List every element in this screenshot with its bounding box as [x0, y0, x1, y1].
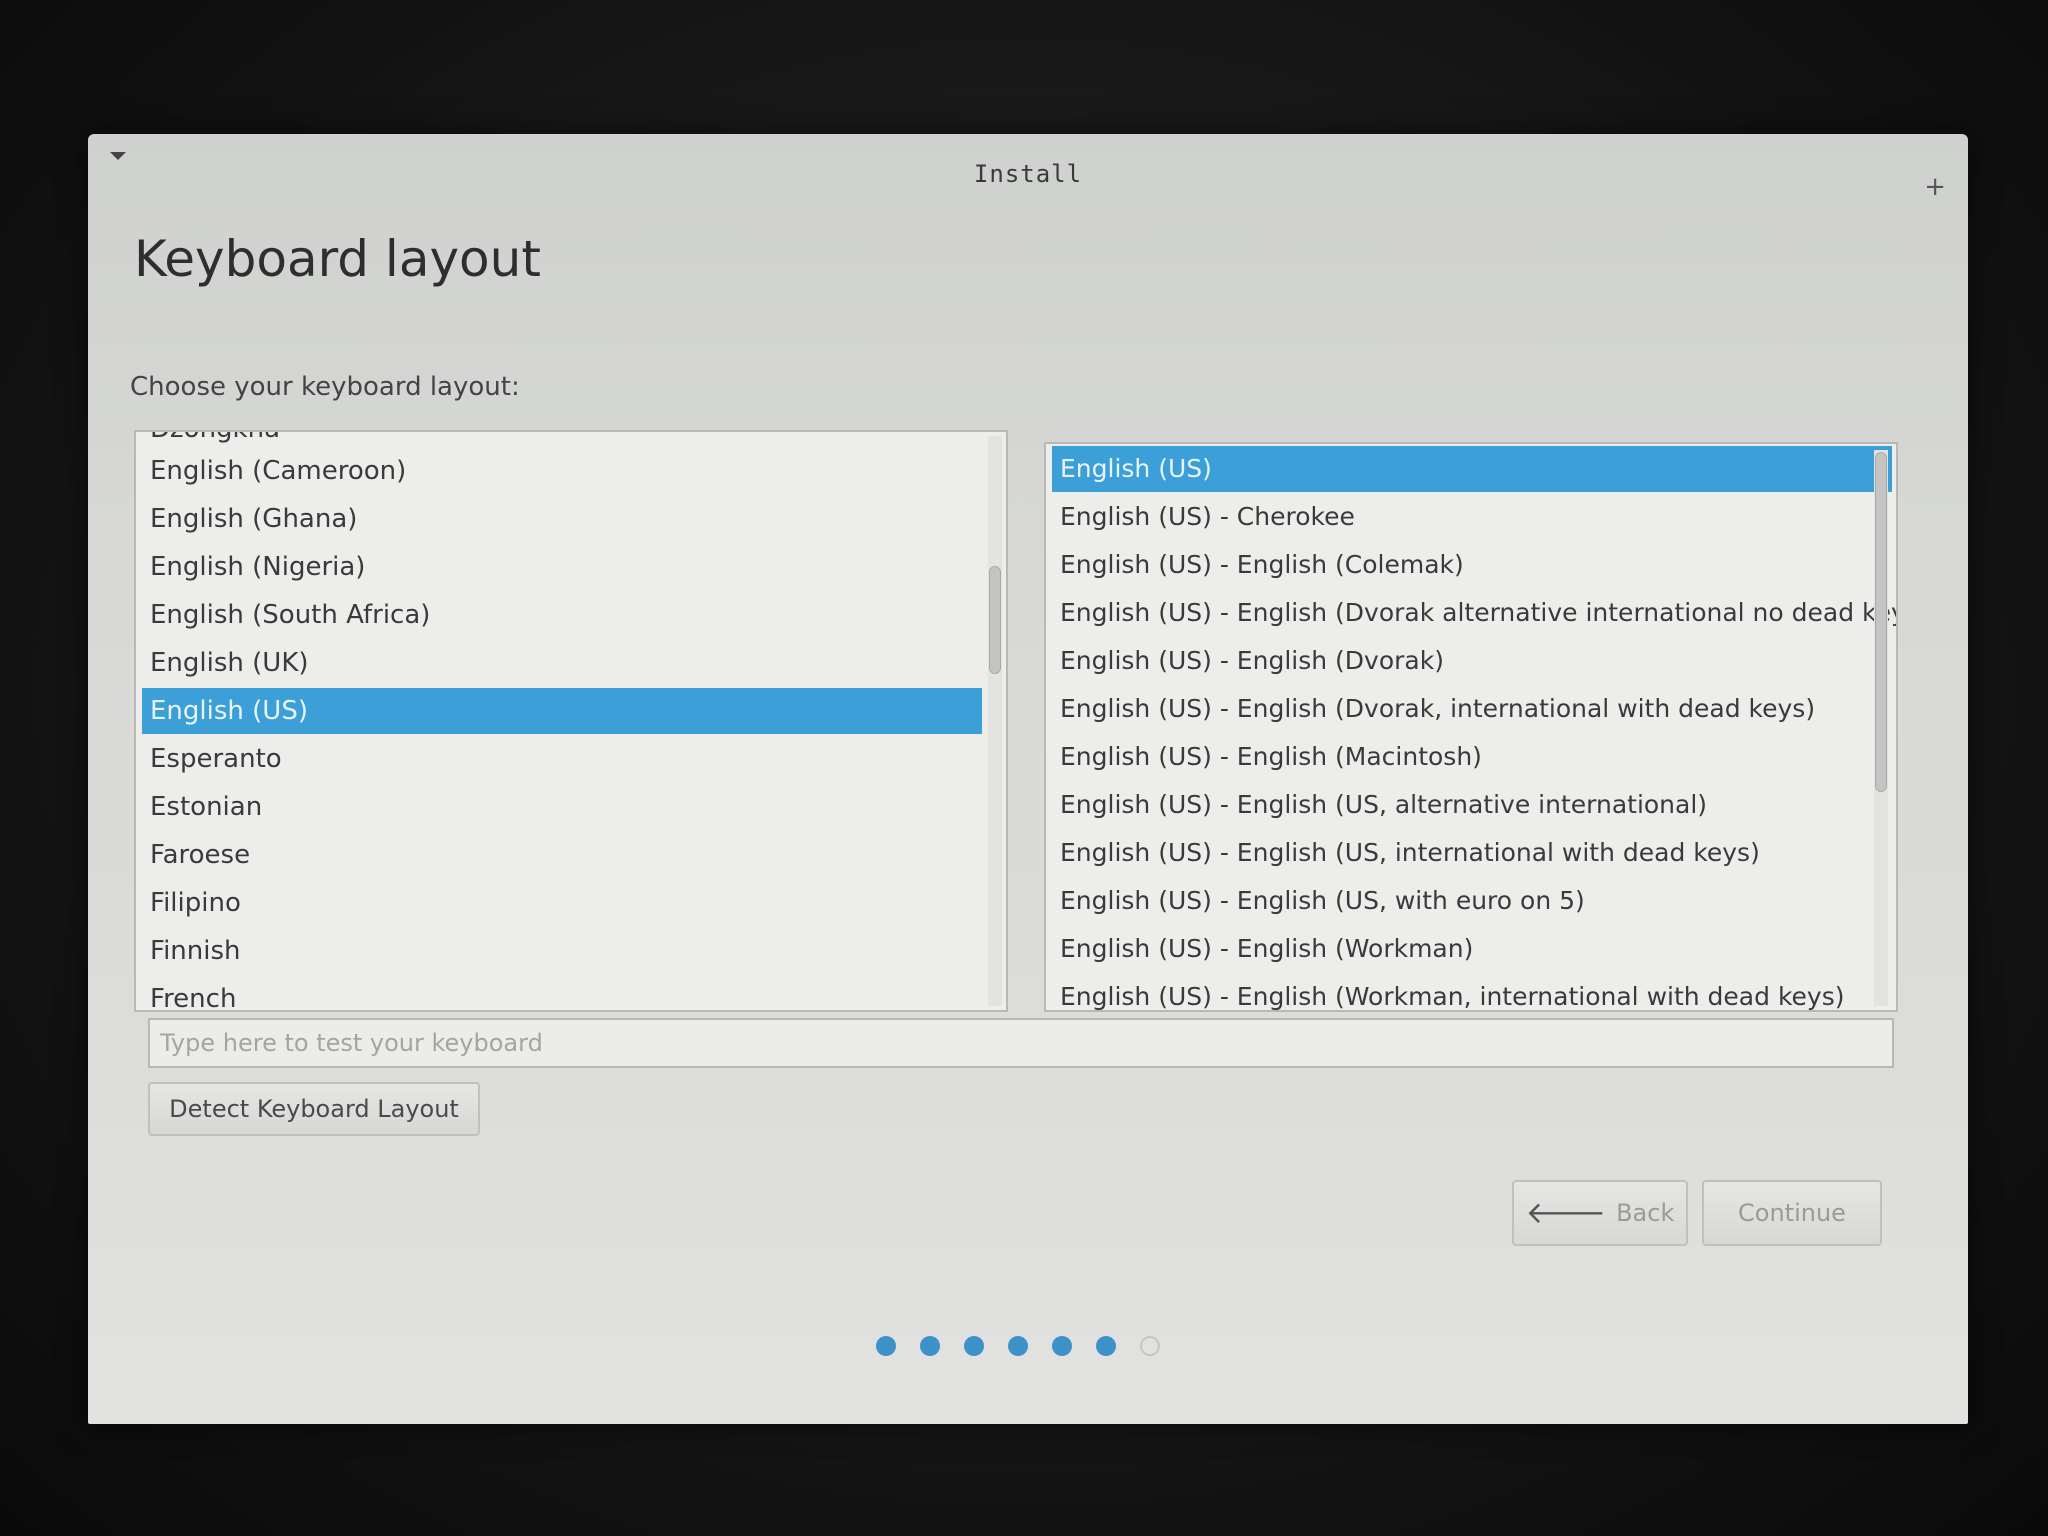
progress-dot-filled [920, 1336, 940, 1356]
layout-list-item[interactable]: English (UK) [142, 640, 982, 686]
window-menu-arrow-icon[interactable] [110, 152, 126, 160]
back-button[interactable]: 🡐 Back [1512, 1180, 1688, 1246]
layout-list-scrollbar[interactable] [988, 436, 1002, 1006]
variant-list-item[interactable]: English (US) - Cherokee [1052, 494, 1892, 540]
detect-keyboard-layout-button[interactable]: Detect Keyboard Layout [148, 1082, 480, 1136]
variant-list-item[interactable]: English (US) - English (Dvorak alternati… [1052, 590, 1896, 636]
close-icon[interactable]: + [1924, 174, 1946, 200]
layout-prompt-label: Choose your keyboard layout: [130, 372, 520, 402]
layout-list-scroll-thumb[interactable] [989, 566, 1001, 674]
variant-list-item[interactable]: English (US) - English (US, with euro on… [1052, 878, 1892, 924]
layout-list-item-selected[interactable]: English (US) [142, 688, 982, 734]
layout-list-item[interactable]: Filipino [142, 880, 982, 926]
variant-list-item[interactable]: English (US) - English (Dvorak, internat… [1052, 686, 1892, 732]
page-title: Keyboard layout [134, 230, 541, 288]
layout-list-item[interactable]: English (Nigeria) [142, 544, 982, 590]
install-window: Install + Keyboard layout Choose your ke… [88, 134, 1968, 1424]
variant-list-item[interactable]: English (US) - English (Workman) [1052, 926, 1892, 972]
variant-list-item[interactable]: English (US) - English (Colemak) [1052, 542, 1892, 588]
detect-keyboard-layout-label: Detect Keyboard Layout [169, 1095, 459, 1123]
progress-dot-filled [1008, 1336, 1028, 1356]
variant-list-scroll-thumb[interactable] [1875, 452, 1887, 792]
progress-indicator [876, 1336, 1160, 1356]
progress-dot-filled [876, 1336, 896, 1356]
progress-dot-filled [964, 1336, 984, 1356]
variant-list[interactable]: English (US) English (US) - Cherokee Eng… [1044, 442, 1898, 1012]
back-button-label: Back [1616, 1199, 1675, 1227]
variant-list-item[interactable]: English (US) - English (Workman, interna… [1052, 974, 1892, 1010]
variant-list-item[interactable]: English (US) - English (Dvorak) [1052, 638, 1892, 684]
variant-list-item[interactable]: English (US) - English (Macintosh) [1052, 734, 1892, 780]
layout-list-item[interactable]: Estonian [142, 784, 982, 830]
progress-dot-empty [1140, 1336, 1160, 1356]
layout-list-item[interactable]: French [142, 976, 982, 1010]
title-bar: Install + [88, 134, 1968, 214]
window-title: Install [973, 160, 1083, 188]
arrow-left-icon: 🡐 [1525, 1196, 1607, 1231]
progress-dot-filled [1052, 1336, 1072, 1356]
variant-list-item-selected[interactable]: English (US) [1052, 446, 1892, 492]
layout-list-item[interactable]: English (Cameroon) [142, 448, 982, 494]
layout-list-item[interactable]: English (South Africa) [142, 592, 982, 638]
continue-button-label: Continue [1738, 1199, 1846, 1227]
keyboard-test-input[interactable] [148, 1018, 1894, 1068]
continue-button[interactable]: Continue [1702, 1180, 1882, 1246]
layout-list-item[interactable]: Faroese [142, 832, 982, 878]
layout-list-item[interactable]: English (Ghana) [142, 496, 982, 542]
variant-list-item[interactable]: English (US) - English (US, alternative … [1052, 782, 1892, 828]
progress-dot-filled [1096, 1336, 1116, 1356]
layout-list-item[interactable]: Finnish [142, 928, 982, 974]
monitor-screen: Install + Keyboard layout Choose your ke… [0, 0, 2048, 1536]
variant-list-item[interactable]: English (US) - English (US, internationa… [1052, 830, 1892, 876]
layout-list[interactable]: Dzongkha English (Cameroon) English (Gha… [134, 430, 1008, 1012]
layout-list-item[interactable]: Esperanto [142, 736, 982, 782]
variant-list-scrollbar[interactable] [1874, 450, 1888, 1006]
